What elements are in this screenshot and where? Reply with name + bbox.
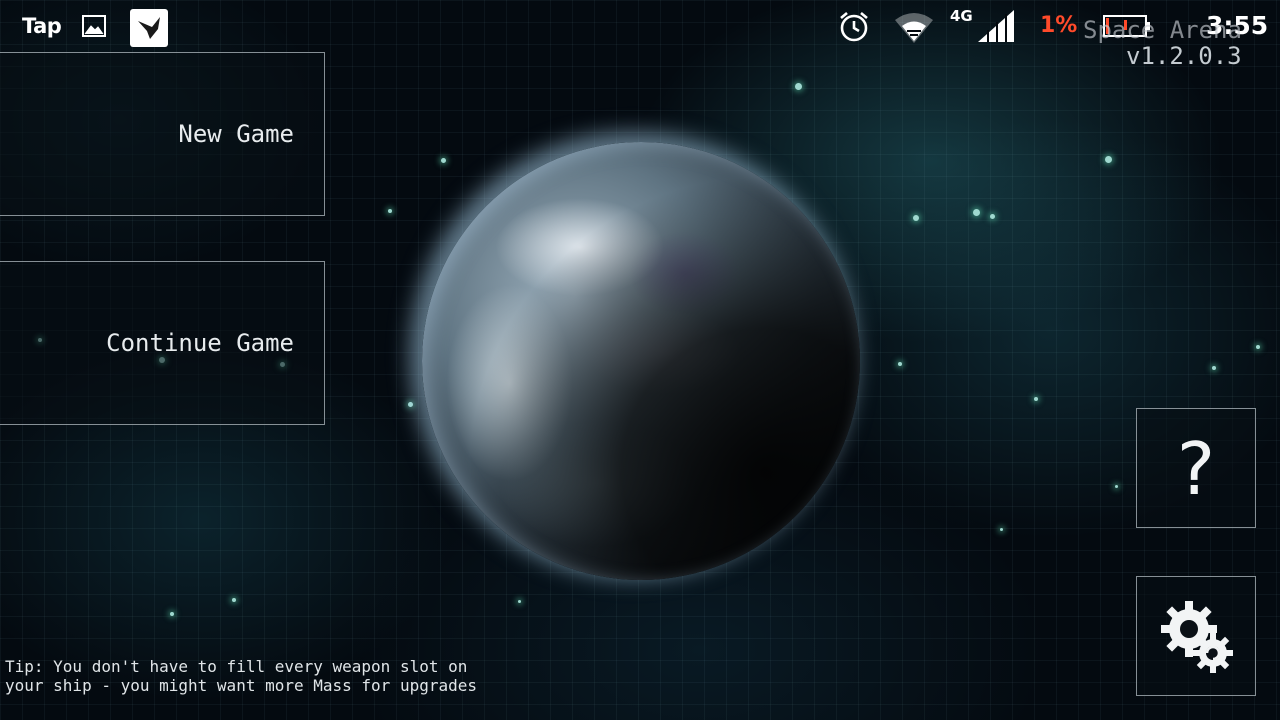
network-type-label: 4G <box>950 7 973 25</box>
gear-icon <box>1161 601 1233 673</box>
new-game-button[interactable]: New Game <box>0 52 325 216</box>
continue-game-button[interactable]: Continue Game <box>0 261 325 425</box>
bird-app-icon <box>130 9 168 47</box>
alarm-icon <box>840 12 868 42</box>
help-icon: ? <box>1176 427 1216 511</box>
signal-icon <box>978 10 1014 42</box>
gallery-icon <box>82 15 106 37</box>
new-game-label: New Game <box>178 120 294 148</box>
wifi-icon <box>895 13 933 43</box>
help-button[interactable]: ? <box>1136 408 1256 528</box>
game-main-menu: Tap 4G 1% 3:55 Space Arena v1.2.0.3 New … <box>0 0 1280 720</box>
status-app-label: Tap <box>22 14 62 38</box>
tip-line-2: your ship - you might want more Mass for… <box>5 676 478 695</box>
tip-line-1: Tip: You don't have to fill every weapon… <box>5 657 468 676</box>
continue-game-label: Continue Game <box>106 329 294 357</box>
battery-percent: 1% <box>1040 13 1078 38</box>
planet-image <box>422 142 860 580</box>
version-label: v1.2.0.3 <box>1126 42 1242 70</box>
settings-button[interactable] <box>1136 576 1256 696</box>
tip-text: Tip: You don't have to fill every weapon… <box>5 657 525 695</box>
game-title: Space Arena <box>1083 16 1242 44</box>
